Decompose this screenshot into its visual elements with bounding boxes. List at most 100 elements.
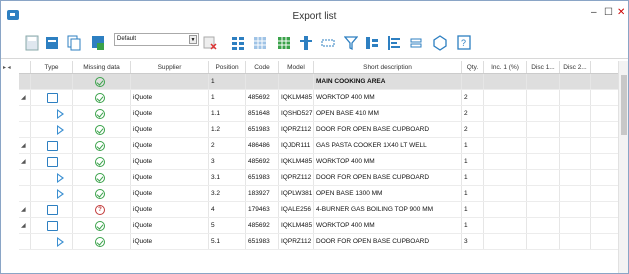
- expand-cell[interactable]: ◢: [19, 138, 31, 153]
- disc1-cell[interactable]: [527, 170, 560, 185]
- model-cell[interactable]: IQPRZ112: [279, 170, 314, 185]
- qty-cell[interactable]: 2: [462, 90, 484, 105]
- model-cell[interactable]: IQJDR111: [279, 138, 314, 153]
- inc1-cell[interactable]: [484, 74, 527, 89]
- supplier-cell[interactable]: iQuote: [131, 154, 209, 169]
- expand-cell[interactable]: ◢: [19, 218, 31, 233]
- position-cell[interactable]: 5: [209, 218, 246, 233]
- expand-cell[interactable]: ◢: [19, 90, 31, 105]
- table-row[interactable]: ◢ iQuote 5 485692 IQKLM485 WORKTOP 400 MM 1: [19, 218, 619, 234]
- vertical-scrollbar[interactable]: [618, 61, 628, 273]
- disc2-cell[interactable]: [560, 218, 591, 233]
- save-layout-icon[interactable]: [91, 35, 105, 51]
- columns-icon[interactable]: [231, 35, 245, 51]
- code-cell[interactable]: 651983: [246, 170, 279, 185]
- code-cell[interactable]: 183927: [246, 186, 279, 201]
- description-cell[interactable]: WORKTOP 400 MM: [314, 90, 462, 105]
- inc1-cell[interactable]: [484, 170, 527, 185]
- collapse-row-icon[interactable]: ◢: [21, 218, 26, 233]
- qty-cell[interactable]: 1: [462, 186, 484, 201]
- position-cell[interactable]: 3: [209, 154, 246, 169]
- collapse-row-icon[interactable]: ◢: [21, 90, 26, 105]
- supplier-cell[interactable]: iQuote: [131, 138, 209, 153]
- header-inc1[interactable]: Inc. 1 (%): [484, 61, 527, 73]
- code-cell[interactable]: 485692: [246, 218, 279, 233]
- position-cell[interactable]: 4: [209, 202, 246, 217]
- inc1-cell[interactable]: [484, 218, 527, 233]
- description-cell[interactable]: DOOR FOR OPEN BASE CUPBOARD: [314, 170, 462, 185]
- qty-cell[interactable]: 1: [462, 154, 484, 169]
- disc2-cell[interactable]: [560, 186, 591, 201]
- group-row[interactable]: 1 MAIN COOKING AREA: [19, 74, 619, 90]
- header-disc1[interactable]: Disc 1...: [527, 61, 560, 73]
- table-row[interactable]: iQuote 3.2 183927 IQPLW381 OPEN BASE 1300 MM…: [19, 186, 619, 202]
- type-cell[interactable]: [31, 74, 73, 89]
- copy-icon[interactable]: [67, 35, 81, 51]
- model-cell[interactable]: IQPRZ112: [279, 234, 314, 249]
- expand-cell[interactable]: [19, 170, 31, 185]
- model-cell[interactable]: IQKLM485: [279, 90, 314, 105]
- type-cell[interactable]: [31, 90, 73, 105]
- table-row[interactable]: ◢? iQuote 4 179463 IQALE256 4-BURNER GAS BOIL…: [19, 202, 619, 218]
- position-cell[interactable]: 3.2: [209, 186, 246, 201]
- model-cell[interactable]: IQSHD527: [279, 106, 314, 121]
- header-short-description[interactable]: Short description: [314, 61, 462, 73]
- table-row[interactable]: iQuote 5.1 651983 IQPRZ112 DOOR FOR OPEN BAS…: [19, 234, 619, 250]
- disc1-cell[interactable]: [527, 106, 560, 121]
- type-cell[interactable]: [31, 186, 73, 201]
- description-cell[interactable]: OPEN BASE 1300 MM: [314, 186, 462, 201]
- model-cell[interactable]: IQKLM485: [279, 154, 314, 169]
- qty-cell[interactable]: 1: [462, 138, 484, 153]
- export-icon[interactable]: [45, 35, 59, 51]
- disc2-cell[interactable]: [560, 202, 591, 217]
- collapse-row-icon[interactable]: ◢: [21, 138, 26, 153]
- qty-cell[interactable]: 1: [462, 218, 484, 233]
- disc1-cell[interactable]: [527, 90, 560, 105]
- supplier-cell[interactable]: iQuote: [131, 122, 209, 137]
- header-supplier[interactable]: Supplier: [131, 61, 209, 73]
- collapse-icon[interactable]: [321, 35, 335, 51]
- disc1-cell[interactable]: [527, 218, 560, 233]
- expand-cell[interactable]: ◢: [19, 154, 31, 169]
- inc1-cell[interactable]: [484, 154, 527, 169]
- table-row[interactable]: ◢ iQuote 2 486486 IQJDR111 GAS PASTA COOKER 1…: [19, 138, 619, 154]
- supplier-cell[interactable]: iQuote: [131, 218, 209, 233]
- disc2-cell[interactable]: [560, 74, 591, 89]
- model-cell[interactable]: IQPRZ112: [279, 122, 314, 137]
- type-cell[interactable]: [31, 122, 73, 137]
- delete-layout-icon[interactable]: [203, 35, 217, 51]
- missing-data-cell[interactable]: ?: [73, 202, 131, 217]
- disc2-cell[interactable]: [560, 90, 591, 105]
- missing-data-cell[interactable]: [73, 154, 131, 169]
- supplier-cell[interactable]: iQuote: [131, 106, 209, 121]
- type-cell[interactable]: [31, 138, 73, 153]
- table-row[interactable]: iQuote 3.1 651983 IQPRZ112 DOOR FOR OPEN BAS…: [19, 170, 619, 186]
- position-cell[interactable]: 3.1: [209, 170, 246, 185]
- inc1-cell[interactable]: [484, 122, 527, 137]
- position-cell[interactable]: 2: [209, 138, 246, 153]
- missing-data-cell[interactable]: [73, 138, 131, 153]
- description-cell[interactable]: MAIN COOKING AREA: [314, 74, 462, 89]
- missing-data-cell[interactable]: [73, 170, 131, 185]
- type-cell[interactable]: [31, 170, 73, 185]
- header-model[interactable]: Model: [279, 61, 314, 73]
- supplier-cell[interactable]: iQuote: [131, 90, 209, 105]
- description-cell[interactable]: DOOR FOR OPEN BASE CUPBOARD: [314, 234, 462, 249]
- table-row[interactable]: iQuote 1.1 851648 IQSHD527 OPEN BASE 410 MM 2: [19, 106, 619, 122]
- disc2-cell[interactable]: [560, 154, 591, 169]
- expand-cell[interactable]: [19, 186, 31, 201]
- qty-cell[interactable]: 1: [462, 202, 484, 217]
- missing-data-cell[interactable]: [73, 186, 131, 201]
- position-cell[interactable]: 1: [209, 74, 246, 89]
- supplier-cell[interactable]: iQuote: [131, 170, 209, 185]
- collapse-row-icon[interactable]: ◢: [21, 202, 26, 217]
- disc1-cell[interactable]: [527, 234, 560, 249]
- supplier-cell[interactable]: iQuote: [131, 234, 209, 249]
- disc1-cell[interactable]: [527, 122, 560, 137]
- collapse-row-icon[interactable]: ◢: [21, 154, 26, 169]
- header-position[interactable]: Position: [209, 61, 246, 73]
- scroll-thumb[interactable]: [621, 75, 627, 135]
- description-cell[interactable]: GAS PASTA COOKER 1X40 LT WELL: [314, 138, 462, 153]
- help-icon[interactable]: ?: [457, 35, 471, 51]
- maximize-button[interactable]: ☐: [604, 8, 613, 18]
